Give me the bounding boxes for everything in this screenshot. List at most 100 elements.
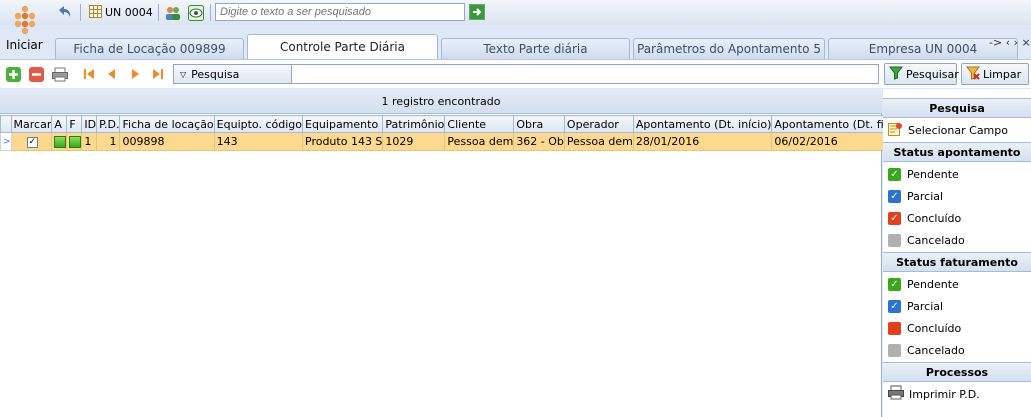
check-blue-icon: ✓ bbox=[888, 189, 901, 203]
status-faturamento-title: Status faturamento bbox=[883, 252, 1031, 272]
search-button-label: Pesquisar bbox=[906, 67, 959, 81]
column-header[interactable]: P.D. bbox=[96, 115, 121, 133]
status-fat-parcial[interactable]: ✓ Parcial bbox=[888, 298, 943, 314]
cell-obra: 362 - Ob bbox=[513, 132, 565, 151]
clear-filter-icon bbox=[966, 66, 980, 83]
action-toolbar: ▽ Pesquisa Pesquisar Limpar bbox=[0, 59, 1031, 88]
tab-ficha-locacao[interactable]: Ficha de Locação 009899 bbox=[55, 38, 244, 59]
status-label: Pendente bbox=[907, 277, 959, 291]
column-header[interactable]: Operador bbox=[563, 115, 634, 133]
cell-ficha: 009898 bbox=[119, 132, 215, 151]
add-icon[interactable] bbox=[6, 67, 21, 82]
column-header[interactable]: Cliente bbox=[444, 115, 515, 133]
column-header[interactable]: Marcar bbox=[10, 115, 53, 133]
side-panel: Pesquisa Selecionar Campo Status apontam… bbox=[883, 89, 1031, 417]
status-fat-cancelado[interactable]: Cancelado bbox=[888, 342, 965, 358]
column-header[interactable]: Obra bbox=[513, 115, 565, 133]
status-label: Parcial bbox=[907, 189, 944, 203]
top-toolbar: UN 0004 bbox=[0, 0, 1031, 25]
previous-record-icon[interactable] bbox=[105, 67, 120, 82]
status-faturamento-icon bbox=[66, 132, 83, 151]
header-row: Marcar A F ID P.D. Ficha de locação Equi… bbox=[0, 115, 900, 133]
cell-cliente: Pessoa dem bbox=[444, 132, 515, 151]
select-field-item[interactable]: Selecionar Campo bbox=[888, 122, 1008, 138]
column-header[interactable]: F bbox=[66, 115, 83, 133]
status-apont-pendente[interactable]: ✓ Pendente bbox=[888, 166, 959, 182]
marcar-cell[interactable]: ✓ bbox=[10, 132, 53, 151]
row-indicator-header bbox=[0, 115, 12, 133]
check-red-icon: ✓ bbox=[888, 211, 901, 225]
column-header[interactable]: A bbox=[51, 115, 68, 133]
cell-operador: Pessoa dem bbox=[563, 132, 634, 151]
results-table: Marcar A F ID P.D. Ficha de locação Equi… bbox=[0, 115, 900, 151]
tab-navigation[interactable]: -> ‹ › × bbox=[989, 36, 1031, 49]
search-input[interactable] bbox=[215, 3, 465, 21]
cell-patrimonio: 1029 bbox=[382, 132, 446, 151]
column-header[interactable]: Apontamento (Dt. início) bbox=[632, 115, 773, 133]
clear-button-label: Limpar bbox=[983, 67, 1022, 81]
remove-icon[interactable] bbox=[29, 67, 44, 82]
undo-icon[interactable] bbox=[55, 3, 73, 22]
select-field-label: Selecionar Campo bbox=[908, 123, 1008, 137]
filter-dropdown-label: Pesquisa bbox=[191, 67, 240, 81]
cell-equip-codigo: 143 bbox=[213, 132, 304, 151]
processos-section-title: Processos bbox=[883, 362, 1031, 382]
status-apontamento-title: Status apontamento bbox=[883, 142, 1031, 162]
start-button[interactable]: Iniciar bbox=[6, 38, 43, 52]
tab-controle-parte-diaria[interactable]: Controle Parte Diária bbox=[247, 34, 438, 59]
print-pd-label: Imprimir P.D. bbox=[909, 387, 980, 401]
status-apontamento-icon bbox=[51, 132, 68, 151]
row-indicator-icon: > bbox=[0, 132, 12, 151]
column-header[interactable]: Patrimônio bbox=[382, 115, 446, 133]
square-gray-icon bbox=[888, 233, 901, 247]
app-logo-icon[interactable] bbox=[10, 4, 40, 36]
un-selector[interactable]: UN 0004 bbox=[89, 3, 153, 22]
status-label: Pendente bbox=[907, 167, 959, 181]
users-icon[interactable] bbox=[164, 3, 182, 22]
status-apont-concluido[interactable]: ✓ Concluído bbox=[888, 210, 961, 226]
tab-strip: Ficha de Locação 009899 Controle Parte D… bbox=[55, 34, 1031, 59]
printer-icon bbox=[888, 385, 904, 403]
square-red-icon bbox=[888, 321, 901, 335]
status-label: Parcial bbox=[907, 299, 944, 313]
column-header[interactable]: ID bbox=[81, 115, 98, 133]
next-record-icon[interactable] bbox=[128, 67, 143, 82]
first-record-icon[interactable] bbox=[82, 67, 97, 82]
print-pd-item[interactable]: Imprimir P.D. bbox=[888, 385, 980, 403]
filter-funnel-icon bbox=[889, 66, 903, 83]
status-fat-pendente[interactable]: ✓ Pendente bbox=[888, 276, 959, 292]
cell-dt-inicio: 28/01/2016 bbox=[632, 132, 773, 151]
results-grid: 1 registro encontrado Marcar A F ID P.D.… bbox=[0, 89, 900, 417]
status-fat-concluido[interactable]: Concluído bbox=[888, 320, 961, 336]
select-field-icon bbox=[888, 121, 903, 139]
print-icon[interactable] bbox=[52, 67, 68, 82]
filter-bar[interactable]: ▽ Pesquisa bbox=[173, 64, 879, 84]
clear-button[interactable]: Limpar bbox=[961, 63, 1029, 85]
search-button[interactable]: Pesquisar bbox=[884, 63, 959, 85]
column-header[interactable]: Equipamento bbox=[301, 115, 384, 133]
column-header[interactable]: Apontamento (Dt. fim) bbox=[771, 115, 900, 133]
tab-parametros-apontamento[interactable]: Parâmetros do Apontamento 5 bbox=[633, 38, 825, 59]
cell-id: 1 bbox=[81, 132, 98, 151]
check-green-icon: ✓ bbox=[888, 277, 901, 291]
square-gray-icon bbox=[888, 343, 901, 357]
status-label: Concluído bbox=[907, 321, 962, 335]
status-apont-parcial[interactable]: ✓ Parcial bbox=[888, 188, 943, 204]
tab-texto-parte-diaria[interactable]: Texto Parte diária bbox=[441, 38, 630, 59]
record-count: 1 registro encontrado bbox=[0, 89, 882, 114]
status-apont-cancelado[interactable]: Cancelado bbox=[888, 232, 965, 248]
last-record-icon[interactable] bbox=[151, 67, 166, 82]
column-header[interactable]: Equipto. código bbox=[213, 115, 304, 133]
view-icon[interactable] bbox=[188, 3, 204, 22]
column-header[interactable]: Ficha de locação bbox=[119, 115, 215, 133]
go-arrow-icon[interactable] bbox=[469, 4, 485, 20]
pesquisa-section-title: Pesquisa bbox=[883, 98, 1031, 118]
check-green-icon: ✓ bbox=[888, 167, 901, 181]
chevron-down-icon: ▽ bbox=[180, 69, 187, 79]
check-blue-icon: ✓ bbox=[888, 299, 901, 313]
table-row[interactable]: > ✓ 1 1 009898 143 Produto 143 S 1029 Pe… bbox=[0, 132, 900, 151]
marcar-checkbox[interactable]: ✓ bbox=[26, 136, 38, 148]
un-label: UN 0004 bbox=[105, 6, 153, 19]
filter-dropdown[interactable]: ▽ Pesquisa bbox=[174, 65, 292, 83]
status-label: Cancelado bbox=[907, 233, 965, 247]
